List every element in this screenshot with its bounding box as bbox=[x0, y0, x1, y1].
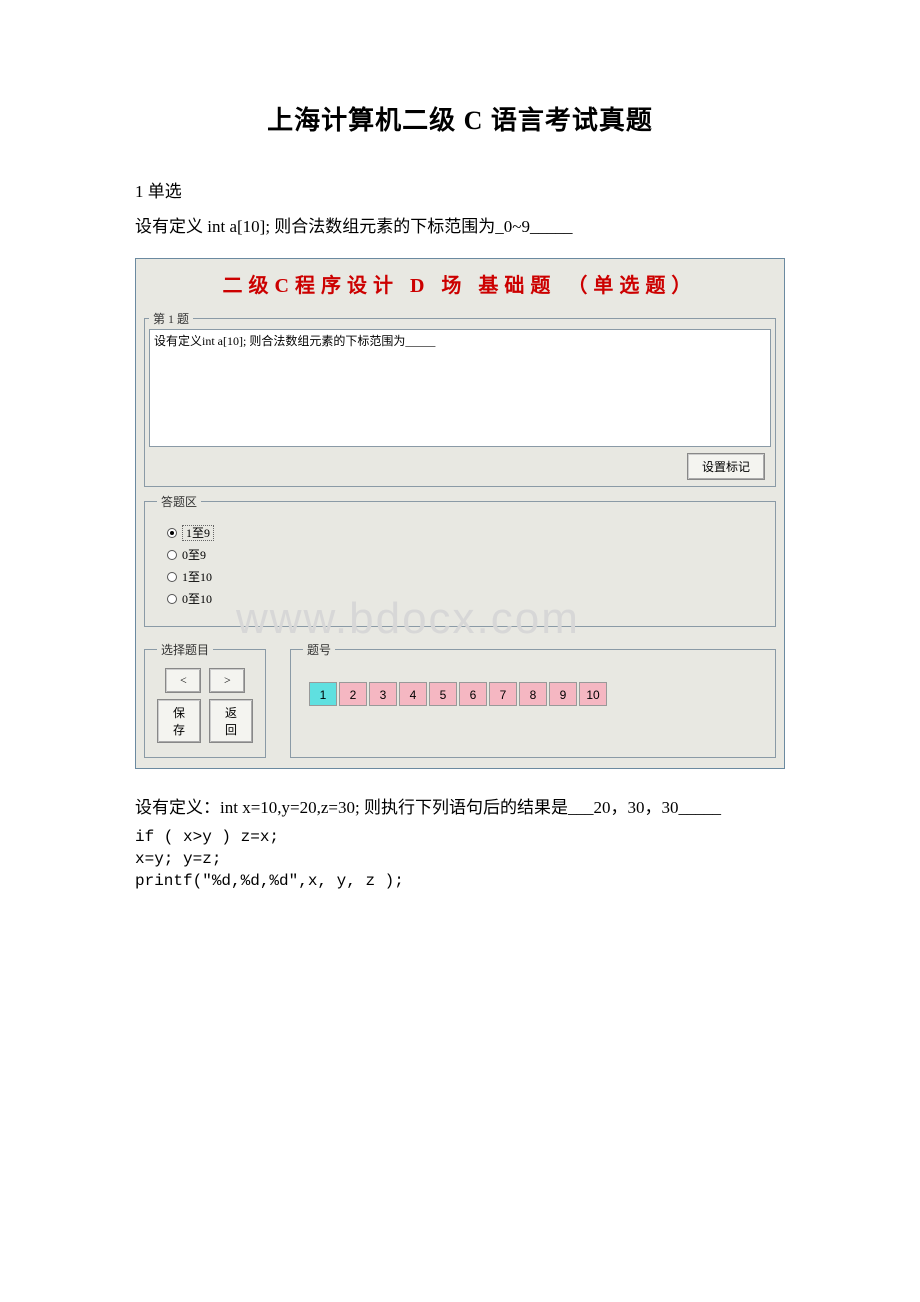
code-line: printf("%d,%d,%d",x, y, z ); bbox=[135, 872, 785, 890]
app-title: 二级C程序设计 D 场 基础题 （单选题） bbox=[223, 275, 698, 297]
radio-icon bbox=[167, 594, 177, 604]
select-question-fieldset: 选择题目 < > 保存 返回 bbox=[144, 641, 266, 758]
next-button[interactable]: > bbox=[209, 668, 245, 693]
question-legend: 第 1 题 bbox=[149, 310, 193, 327]
app-header: 二级C程序设计 D 场 基础题 （单选题） bbox=[136, 259, 784, 306]
document-title: 上海计算机二级 C 语言考试真题 bbox=[135, 100, 785, 137]
radio-icon bbox=[167, 550, 177, 560]
save-button[interactable]: 保存 bbox=[157, 699, 201, 743]
question-number-tile[interactable]: 4 bbox=[399, 682, 427, 706]
question-text-area: 设有定义int a[10]; 则合法数组元素的下标范围为_____ bbox=[149, 329, 771, 447]
question-number-tiles: 12345678910 bbox=[303, 664, 763, 714]
back-button[interactable]: 返回 bbox=[209, 699, 253, 743]
answer-legend: 答题区 bbox=[157, 493, 201, 510]
answer-fieldset: 答题区 1至9 0至9 1至10 0至10 bbox=[144, 493, 776, 628]
exam-app-panel: www.bdocx.com 二级C程序设计 D 场 基础题 （单选题） 第 1 … bbox=[135, 258, 785, 769]
question-number-tile[interactable]: 6 bbox=[459, 682, 487, 706]
answer-option[interactable]: 0至9 bbox=[167, 546, 753, 563]
answer-option-label: 0至9 bbox=[182, 548, 206, 562]
section-label: 1 单选 bbox=[135, 177, 785, 202]
code-line: x=y; y=z; bbox=[135, 850, 785, 868]
radio-icon bbox=[167, 572, 177, 582]
question1-text: 设有定义 int a[10]; 则合法数组元素的下标范围为_0~9_____ bbox=[135, 214, 785, 240]
answer-option-label: 1至9 bbox=[182, 525, 214, 541]
answer-list: 1至9 0至9 1至10 0至10 bbox=[157, 515, 763, 616]
answer-option-label: 0至10 bbox=[182, 592, 212, 606]
select-question-legend: 选择题目 bbox=[157, 641, 213, 658]
answer-option[interactable]: 0至10 bbox=[167, 590, 753, 607]
answer-option-label: 1至10 bbox=[182, 570, 212, 584]
question-number-tile[interactable]: 3 bbox=[369, 682, 397, 706]
radio-icon bbox=[167, 528, 177, 538]
question-number-tile[interactable]: 9 bbox=[549, 682, 577, 706]
code-line: if ( x>y ) z=x; bbox=[135, 828, 785, 846]
set-mark-button[interactable]: 设置标记 bbox=[687, 453, 765, 480]
question-number-tile[interactable]: 10 bbox=[579, 682, 607, 706]
question-number-tile[interactable]: 1 bbox=[309, 682, 337, 706]
question-number-tile[interactable]: 5 bbox=[429, 682, 457, 706]
prev-button[interactable]: < bbox=[165, 668, 201, 693]
question-fieldset: 第 1 题 设有定义int a[10]; 则合法数组元素的下标范围为_____ … bbox=[144, 310, 776, 487]
question-number-fieldset: 题号 12345678910 bbox=[290, 641, 776, 758]
question2-text: 设有定义：int x=10,y=20,z=30; 则执行下列语句后的结果是___… bbox=[135, 795, 785, 821]
question-number-tile[interactable]: 8 bbox=[519, 682, 547, 706]
question-number-tile[interactable]: 2 bbox=[339, 682, 367, 706]
question-number-tile[interactable]: 7 bbox=[489, 682, 517, 706]
question-number-legend: 题号 bbox=[303, 641, 335, 658]
answer-option[interactable]: 1至9 bbox=[167, 524, 753, 541]
answer-option[interactable]: 1至10 bbox=[167, 568, 753, 585]
